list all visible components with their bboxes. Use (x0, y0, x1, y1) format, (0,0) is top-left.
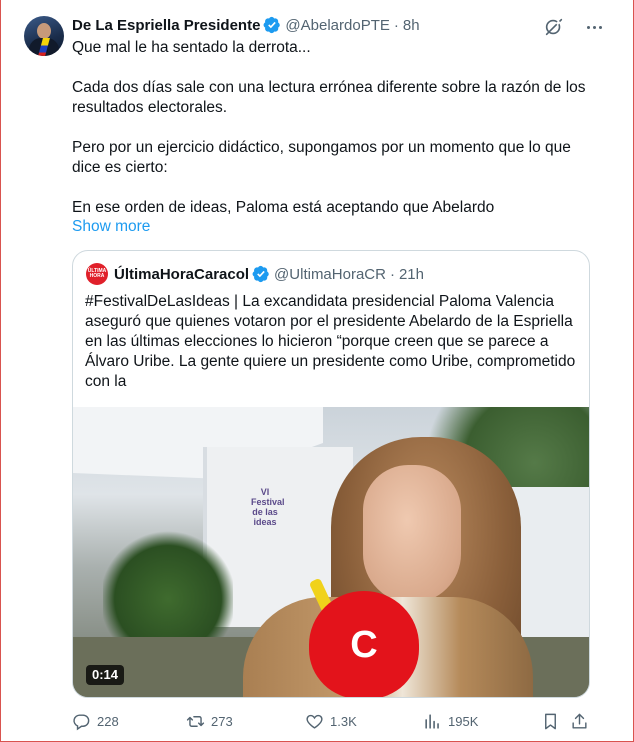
header-separator: · (393, 16, 399, 34)
video-person-face (363, 465, 461, 603)
video-booth-label: VI Festival de las ideas (251, 487, 285, 527)
reply-count: 228 (97, 713, 119, 729)
repost-icon (186, 715, 205, 727)
tweet-text-line: Cada dos días sale con una lectura errón… (72, 79, 586, 96)
views-count: 195K (448, 713, 479, 729)
heart-icon (306, 714, 323, 729)
author-name[interactable]: De La Espriella Presidente (72, 17, 260, 34)
video-plant (103, 527, 233, 647)
quoted-author-avatar[interactable]: ÚLTIMA HORA (86, 263, 108, 285)
author-avatar[interactable] (24, 16, 64, 56)
video-mic-logo: C (350, 623, 377, 666)
author-handle[interactable]: @AbelardoPTE (285, 17, 389, 34)
more-dot (592, 25, 596, 29)
more-options-icon[interactable] (583, 16, 605, 38)
tweet-timestamp[interactable]: 8h (403, 17, 420, 34)
verified-badge-icon[interactable] (263, 16, 281, 34)
quoted-text-line: Álvaro Uribe. La gente quiere un preside… (85, 353, 576, 370)
video-player[interactable]: VI Festival de las ideas C 0:14 (73, 407, 589, 697)
quoted-text-line: #FestivalDeLasIdeas | La excandidata pre… (85, 293, 555, 310)
quoted-text-line: en las últimas elecciones lo hicieron “p… (85, 333, 549, 350)
more-dot (598, 25, 602, 29)
quoted-tweet[interactable]: ÚLTIMA HORA ÚltimaHoraCaracol @UltimaHor… (72, 250, 590, 698)
tweet[interactable]: De La Espriella Presidente @AbelardoPTE … (0, 0, 634, 742)
avatar-face (37, 23, 51, 39)
bookmark-icon[interactable] (539, 710, 561, 732)
tweet-text-line: En ese orden de ideas, Paloma está acept… (72, 199, 495, 216)
tweet-actions: 228 273 1.3K 195K (72, 710, 592, 732)
repost-count: 273 (211, 713, 233, 729)
show-more-link[interactable]: Show more (72, 218, 150, 236)
tweet-text-line: Pero por un ejercicio didáctico, suponga… (72, 139, 571, 156)
tweet-text-line: Que mal le ha sentado la derrota... (72, 39, 311, 56)
like-count: 1.3K (330, 713, 357, 729)
tweet-text-line: resultados electorales. (72, 99, 228, 116)
like-button[interactable]: 1.3K (305, 710, 357, 732)
quoted-tweet-header: ÚltimaHoraCaracol @UltimaHoraCR · 21h (114, 263, 424, 285)
views-button[interactable]: 195K (423, 710, 478, 732)
quoted-author-handle: @UltimaHoraCR (274, 265, 386, 283)
more-dot (586, 25, 590, 29)
quoted-author-name[interactable]: ÚltimaHoraCaracol (114, 266, 249, 283)
quoted-text-line: con la (85, 373, 127, 390)
quoted-text-line: aseguró que quienes votaron por el presi… (85, 313, 573, 330)
reply-button[interactable]: 228 (72, 710, 119, 732)
reply-icon (73, 713, 90, 730)
tweet-header: De La Espriella Presidente @AbelardoPTE … (72, 15, 420, 35)
verified-badge-icon (252, 265, 270, 283)
quoted-tweet-timestamp: 21h (398, 265, 424, 283)
header-separator: · (389, 265, 395, 283)
tweet-text-line: dice es cierto: (72, 159, 168, 176)
views-icon (425, 713, 439, 729)
repost-button[interactable]: 273 (186, 710, 233, 732)
share-icon[interactable] (568, 710, 590, 732)
video-duration-badge: 0:14 (86, 665, 125, 685)
grok-icon[interactable] (543, 16, 565, 38)
